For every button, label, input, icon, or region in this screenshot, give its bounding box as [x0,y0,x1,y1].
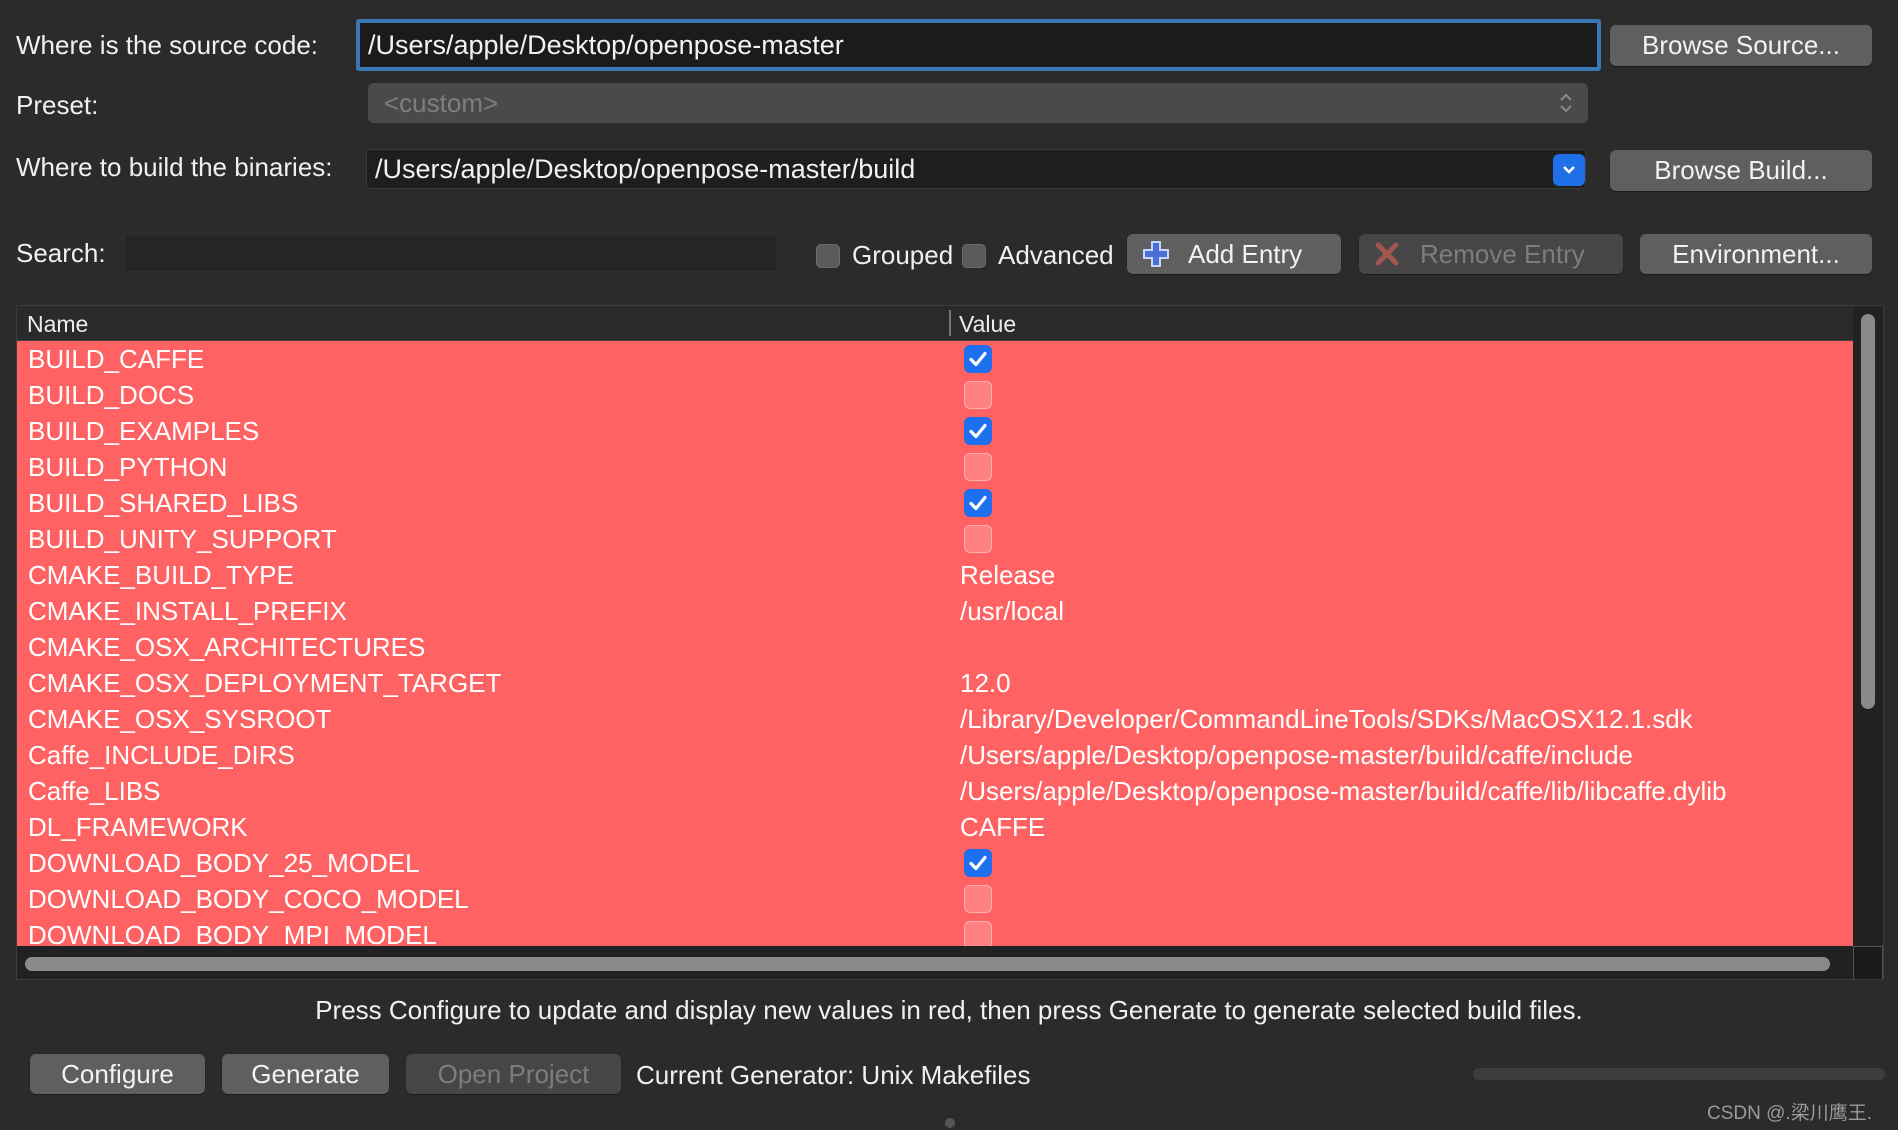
preset-select: <custom> [368,83,1588,123]
search-label: Search: [16,238,106,268]
vertical-scrollbar[interactable] [1853,306,1883,946]
vertical-scroll-thumb[interactable] [1861,314,1875,709]
checkmark-icon [969,423,987,439]
entry-checkbox[interactable] [964,525,992,553]
preset-value: <custom> [384,87,499,118]
entry-checkbox[interactable] [964,453,992,481]
column-divider[interactable] [949,310,951,336]
entry-name: BUILD_EXAMPLES [28,415,260,446]
build-path-value: /Users/apple/Desktop/openpose-master/bui… [375,153,916,184]
entry-checkbox[interactable] [964,849,992,877]
checkmark-icon [969,855,987,871]
entry-value[interactable]: Release [960,557,1055,593]
entry-checkbox[interactable] [964,489,992,517]
entry-checkbox[interactable] [964,345,992,373]
entry-value[interactable]: 12.0 [960,665,1011,701]
remove-entry-button[interactable]: Remove Entry [1359,234,1623,274]
entry-checkbox[interactable] [964,417,992,445]
grouped-label: Grouped [852,240,954,270]
plus-icon [1143,241,1169,267]
table-row[interactable]: CMAKE_OSX_ARCHITECTURES [17,629,1855,665]
entry-name: CMAKE_OSX_DEPLOYMENT_TARGET [28,667,502,698]
table-row[interactable]: CMAKE_OSX_SYSROOT/Library/Developer/Comm… [17,701,1855,737]
grouped-checkbox[interactable] [816,243,840,268]
add-entry-button[interactable]: Add Entry [1127,234,1341,274]
table-row[interactable]: CMAKE_BUILD_TYPE Release [17,557,1855,593]
entry-name: Caffe_LIBS [28,775,161,806]
entry-name: BUILD_DOCS [28,379,195,410]
entry-name: DOWNLOAD_BODY_COCO_MODEL [28,883,469,914]
entry-name: DL_FRAMEWORK [28,811,248,842]
entry-name: BUILD_PYTHON [28,451,228,482]
entry-value[interactable]: /Users/apple/Desktop/openpose-master/bui… [960,737,1633,773]
table-row[interactable]: BUILD_PYTHON [17,449,1855,485]
table-row[interactable]: CMAKE_INSTALL_PREFIX/usr/local [17,593,1855,629]
preset-label: Preset: [16,90,99,120]
advanced-checkbox[interactable] [962,243,986,268]
entry-name: BUILD_CAFFE [28,343,205,374]
entry-name: CMAKE_INSTALL_PREFIX [28,595,347,626]
entry-name: BUILD_SHARED_LIBS [28,487,299,518]
configure-button[interactable]: Configure [30,1054,205,1094]
entry-name: BUILD_UNITY_SUPPORT [28,523,337,554]
watermark: CSDN @.梁川鹰王. [1707,1103,1872,1124]
progress-bar [1473,1068,1885,1080]
advanced-toggle[interactable]: Advanced [962,240,1114,271]
table-body: BUILD_CAFFE BUILD_DOCS BUILD_EXAMPLES BUILD… [17,341,1855,950]
environment-button[interactable]: Environment... [1640,234,1872,274]
table-row[interactable]: BUILD_SHARED_LIBS [17,485,1855,521]
build-label: Where to build the binaries: [16,152,333,182]
browse-build-button[interactable]: Browse Build... [1610,150,1872,191]
close-icon [1375,242,1399,266]
entry-checkbox[interactable] [964,381,992,409]
add-entry-label: Add Entry [1188,238,1303,269]
current-generator: Current Generator: Unix Makefiles [636,1060,1031,1090]
entry-checkbox[interactable] [964,885,992,913]
table-row[interactable]: BUILD_EXAMPLES [17,413,1855,449]
status-message: Press Configure to update and display ne… [315,995,1583,1025]
build-path-dropdown-button[interactable] [1553,154,1585,186]
header-value[interactable]: Value [959,311,1016,338]
source-label: Where is the source code: [16,30,319,60]
generate-button[interactable]: Generate [222,1054,389,1094]
horizontal-scroll-thumb[interactable] [25,957,1830,971]
entry-value[interactable]: /Users/apple/Desktop/openpose-master/bui… [960,773,1726,809]
table-row[interactable]: BUILD_UNITY_SUPPORT [17,521,1855,557]
entry-name: Caffe_INCLUDE_DIRS [28,739,295,770]
table-row[interactable]: Caffe_INCLUDE_DIRS/Users/apple/Desktop/o… [17,737,1855,773]
table-row[interactable]: BUILD_DOCS [17,377,1855,413]
entry-value[interactable]: /Library/Developer/CommandLineTools/SDKs… [960,701,1693,737]
browse-source-button[interactable]: Browse Source... [1610,25,1872,66]
source-path-input[interactable]: /Users/apple/Desktop/openpose-master [356,19,1601,71]
horizontal-scrollbar[interactable] [17,946,1855,979]
table-row[interactable]: Caffe_LIBS/Users/apple/Desktop/openpose-… [17,773,1855,809]
entry-name: CMAKE_BUILD_TYPE [28,559,294,590]
entry-value[interactable]: /usr/local [960,593,1064,629]
table-row[interactable]: BUILD_CAFFE [17,341,1855,377]
entry-name: DOWNLOAD_BODY_25_MODEL [28,847,420,878]
entry-name: CMAKE_OSX_ARCHITECTURES [28,631,426,662]
header-name[interactable]: Name [27,311,88,338]
cache-table[interactable]: Name Value BUILD_CAFFE BUILD_DOCS BUILD_EX… [16,305,1884,980]
entry-checkbox[interactable] [964,921,992,949]
entry-value[interactable]: CAFFE [960,809,1045,845]
scroll-corner [1853,946,1883,979]
table-row[interactable]: DOWNLOAD_BODY_COCO_MODEL [17,881,1855,917]
chevron-down-icon [1563,166,1575,174]
checkmark-icon [969,351,987,367]
entry-name: CMAKE_OSX_SYSROOT [28,703,332,734]
table-row[interactable]: DL_FRAMEWORK CAFFE [17,809,1855,845]
table-row[interactable]: DOWNLOAD_BODY_25_MODEL [17,845,1855,881]
build-path-combobox[interactable]: /Users/apple/Desktop/openpose-master/bui… [366,149,1586,189]
resize-grip[interactable] [945,1118,955,1128]
updown-chevron-icon [1560,93,1572,113]
checkmark-icon [969,495,987,511]
open-project-button[interactable]: Open Project [406,1054,621,1094]
search-input[interactable] [124,234,777,272]
remove-entry-label: Remove Entry [1420,238,1585,269]
advanced-label: Advanced [998,240,1114,270]
table-header: Name Value [17,306,1855,341]
grouped-toggle[interactable]: Grouped [816,240,953,271]
table-row[interactable]: CMAKE_OSX_DEPLOYMENT_TARGET 12.0 [17,665,1855,701]
